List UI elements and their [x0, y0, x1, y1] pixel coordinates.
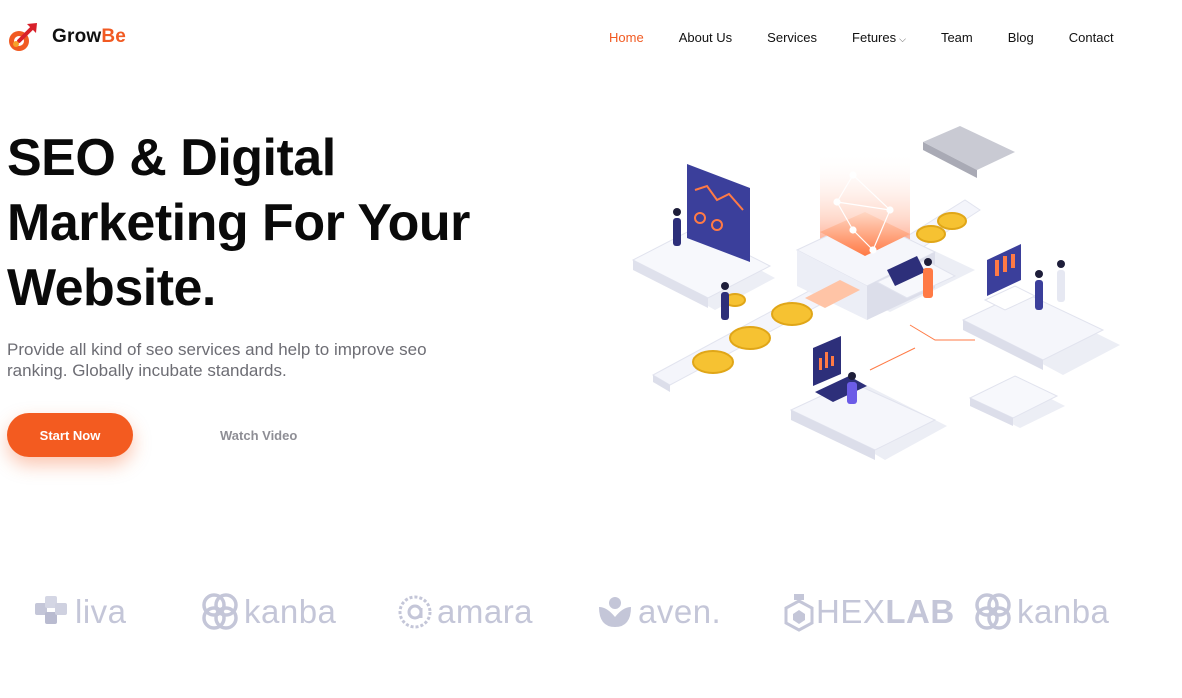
site-header: GrowBe Home About Us Services Fetures ⌵ T… — [0, 0, 1182, 76]
hero-description-line-2: ranking. Globally incubate standards. — [7, 361, 287, 380]
partner-amara[interactable]: amara — [397, 584, 533, 640]
brand-name: GrowBe — [52, 26, 127, 47]
start-now-button[interactable]: Start Now — [7, 413, 133, 457]
nav-home[interactable]: Home — [609, 30, 644, 45]
liva-icon — [35, 596, 67, 624]
partner-liva[interactable]: liva — [33, 584, 127, 640]
hexlab-icon — [784, 594, 814, 632]
partner-aven[interactable]: aven. — [596, 584, 721, 640]
hero-title-line-1: SEO & Digital — [7, 129, 336, 187]
partner-name: kanba — [1017, 593, 1110, 630]
growbe-logo-icon — [6, 19, 42, 55]
partner-name: amara — [437, 593, 534, 630]
hero-description: Provide all kind of seo services and hel… — [7, 339, 477, 381]
kanba-icon — [202, 593, 238, 630]
hero-description-line-1: Provide all kind of seo services and hel… — [7, 340, 427, 359]
nav-services[interactable]: Services — [767, 30, 817, 45]
isometric-seo-illustration-icon — [625, 120, 1125, 470]
main-nav: Home About Us Services Fetures ⌵ Team Blo… — [609, 30, 1114, 45]
partner-hexlab[interactable]: HEXLAB — [784, 584, 955, 640]
aven-icon — [599, 597, 631, 627]
nav-fetures[interactable]: Fetures ⌵ — [852, 30, 906, 45]
hero-title-line-2: Marketing For Your — [7, 194, 470, 252]
partner-name: aven. — [638, 593, 722, 630]
amara-icon — [398, 595, 432, 629]
nav-fetures-label: Fetures — [852, 30, 897, 45]
partner-name: liva — [75, 593, 127, 630]
hero-title: SEO & Digital Marketing For Your Website… — [7, 126, 507, 321]
brand-logo[interactable]: GrowBe — [6, 19, 126, 55]
partner-kanba[interactable]: kanba — [200, 584, 336, 640]
nav-blog[interactable]: Blog — [1008, 30, 1034, 45]
partner-kanba-2[interactable]: kanba — [973, 584, 1109, 640]
partner-logos: liva kanba amara aven. HEXLAB kanba — [0, 584, 1182, 640]
nav-about-us[interactable]: About Us — [679, 30, 732, 45]
nav-team[interactable]: Team — [941, 30, 973, 45]
watch-video-button[interactable]: Watch Video — [220, 428, 297, 443]
partner-name: kanba — [244, 593, 337, 630]
chevron-down-icon: ⌵ — [899, 33, 906, 44]
nav-contact[interactable]: Contact — [1069, 30, 1114, 45]
partner-name: HEXLAB — [816, 593, 955, 630]
hero-title-line-3: Website. — [7, 259, 216, 317]
kanba-icon — [975, 593, 1011, 630]
